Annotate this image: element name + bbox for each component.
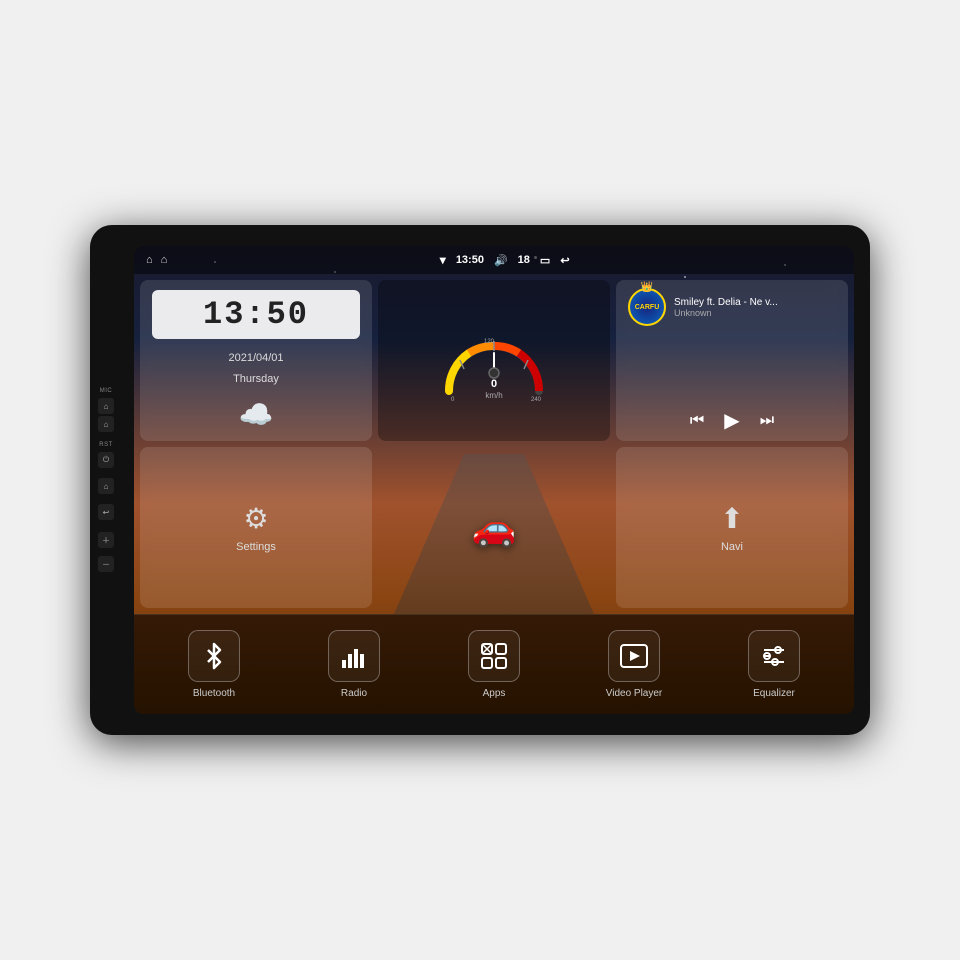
radio-label: Radio xyxy=(341,688,367,699)
settings-label: Settings xyxy=(236,541,276,553)
equalizer-icon xyxy=(761,644,787,668)
mic-label: MIC xyxy=(100,388,113,394)
equalizer-button[interactable]: Equalizer xyxy=(704,630,844,699)
clock-day: Thursday xyxy=(152,373,360,385)
home3-side-button[interactable]: ⌂ xyxy=(98,478,114,494)
bluetooth-icon xyxy=(202,642,226,670)
vol-down-button[interactable]: － xyxy=(98,556,114,572)
main-content: 13:50 2021/04/01 Thursday ☁️ xyxy=(134,274,854,614)
video-icon xyxy=(620,644,648,668)
speedometer-svg: 0 km/h 0 120 240 xyxy=(434,301,554,421)
car-head-unit: MIC ⌂ ⌂ RST ⏻ ⌂ ↩ ＋ － ⌂ ⌂ ▾ xyxy=(90,225,870,735)
home-side-button[interactable]: ⌂ xyxy=(98,398,114,414)
radio-icon-wrap xyxy=(328,630,380,682)
music-widget: 👑 CARFU Smiley ft. Delia - Ne v... Unkno… xyxy=(616,280,848,441)
rst-label: RST xyxy=(99,442,113,448)
logo-text: CARFU xyxy=(635,304,660,311)
speedometer-widget: 0 km/h 0 120 240 xyxy=(378,280,610,441)
navi-button[interactable]: ⬆ Navi xyxy=(616,447,848,608)
wifi-icon: ▾ xyxy=(440,253,446,267)
settings-icon: ⚙ xyxy=(243,502,268,535)
status-bar: ⌂ ⌂ ▾ 13:50 🔊 18 ▭ ↩ xyxy=(134,246,854,274)
music-header: 👑 CARFU Smiley ft. Delia - Ne v... Unkno… xyxy=(628,288,836,326)
bluetooth-icon-wrap xyxy=(188,630,240,682)
apps-label: Apps xyxy=(483,688,506,699)
screen: ⌂ ⌂ ▾ 13:50 🔊 18 ▭ ↩ 13:50 2021/04/01 Th… xyxy=(134,246,854,714)
power-side-button[interactable]: ⏻ xyxy=(98,452,114,468)
svg-text:240: 240 xyxy=(531,397,542,403)
crown-icon: 👑 xyxy=(641,282,653,293)
video-icon-wrap xyxy=(608,630,660,682)
status-center: ▾ 13:50 🔊 18 ▭ ↩ xyxy=(440,253,570,267)
radio-icon xyxy=(340,644,368,668)
clock-time-display: 13:50 xyxy=(152,290,360,339)
svg-text:0: 0 xyxy=(491,378,497,390)
volume-level: 18 xyxy=(518,254,530,266)
equalizer-label: Equalizer xyxy=(753,688,795,699)
prev-button[interactable]: ⏮ xyxy=(690,412,704,430)
svg-text:120: 120 xyxy=(484,339,495,345)
status-time: 13:50 xyxy=(456,254,484,266)
apps-icon-wrap xyxy=(468,630,520,682)
weather-icon: ☁️ xyxy=(152,398,360,431)
clock-widget: 13:50 2021/04/01 Thursday ☁️ xyxy=(140,280,372,441)
volume-icon: 🔊 xyxy=(494,254,508,267)
home-status-icon: ⌂ xyxy=(146,254,153,266)
settings-button[interactable]: ⚙ Settings xyxy=(140,447,372,608)
next-button[interactable]: ⏭ xyxy=(760,412,774,430)
car-widget: 🚗 xyxy=(378,447,610,608)
bluetooth-label: Bluetooth xyxy=(193,688,235,699)
music-info: Smiley ft. Delia - Ne v... Unknown xyxy=(674,297,836,318)
video-label: Video Player xyxy=(606,688,663,699)
equalizer-icon-wrap xyxy=(748,630,800,682)
bluetooth-button[interactable]: Bluetooth xyxy=(144,630,284,699)
back-status-icon: ↩ xyxy=(560,254,569,267)
bottom-bar: Bluetooth Radio xyxy=(134,614,854,714)
music-title: Smiley ft. Delia - Ne v... xyxy=(674,297,836,308)
battery-icon: ▭ xyxy=(540,254,550,267)
navi-label: Navi xyxy=(721,541,743,553)
home2-side-button[interactable]: ⌂ xyxy=(98,416,114,432)
svg-text:km/h: km/h xyxy=(485,391,502,400)
car-icon: 🚗 xyxy=(472,507,517,549)
speedometer: 0 km/h 0 120 240 xyxy=(386,288,602,433)
vol-up-button[interactable]: ＋ xyxy=(98,532,114,548)
apps-icon xyxy=(481,643,507,669)
apps-button[interactable]: Apps xyxy=(424,630,564,699)
back-side-button[interactable]: ↩ xyxy=(98,504,114,520)
video-button[interactable]: Video Player xyxy=(564,630,704,699)
home2-status-icon: ⌂ xyxy=(161,254,168,266)
music-logo: 👑 CARFU xyxy=(628,288,666,326)
status-left: ⌂ ⌂ xyxy=(146,254,167,266)
navi-icon: ⬆ xyxy=(720,502,743,535)
music-controls: ⏮ ▶ ⏭ xyxy=(628,408,836,433)
clock-date: 2021/04/01 xyxy=(152,352,360,364)
side-button-panel: MIC ⌂ ⌂ RST ⏻ ⌂ ↩ ＋ － xyxy=(98,388,114,572)
svg-text:0: 0 xyxy=(451,397,455,403)
radio-button[interactable]: Radio xyxy=(284,630,424,699)
music-artist: Unknown xyxy=(674,308,836,318)
play-button[interactable]: ▶ xyxy=(724,408,739,433)
